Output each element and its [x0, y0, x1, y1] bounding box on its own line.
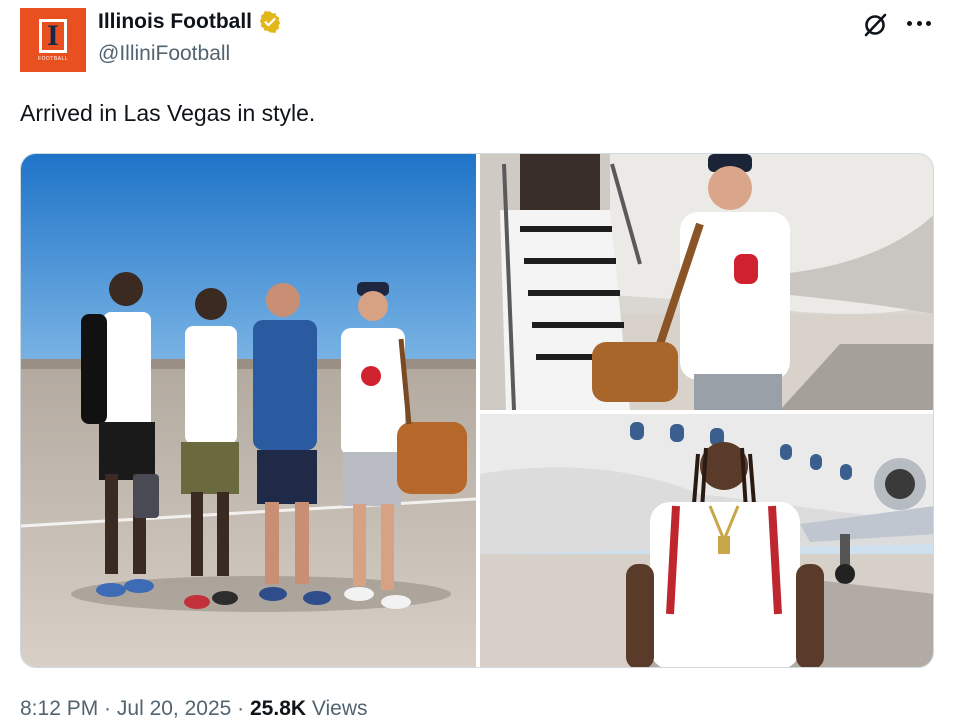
- meta-separator: ·: [98, 697, 117, 720]
- logo-wordmark: FOOTBALL: [37, 55, 69, 62]
- illinois-logo: I: [39, 18, 67, 53]
- name-row: Illinois Football: [98, 10, 282, 34]
- views-count[interactable]: 25.8K: [250, 697, 306, 720]
- grok-icon[interactable]: [862, 12, 888, 38]
- photo-man-by-jet-stairs[interactable]: [480, 154, 933, 410]
- views-label: Views: [306, 697, 368, 720]
- tweet-text: Arrived in Las Vegas in style.: [20, 100, 316, 126]
- tweet-meta: 8:12 PM · Jul 20, 2025 · 25.8K Views: [20, 697, 368, 720]
- more-options-icon[interactable]: [902, 10, 936, 36]
- display-name[interactable]: Illinois Football: [98, 10, 252, 34]
- photo-player-in-front-of-jet[interactable]: [480, 414, 933, 667]
- verified-badge-icon: [259, 11, 281, 33]
- avatar[interactable]: I FOOTBALL: [20, 8, 86, 72]
- media-grid: [20, 153, 934, 668]
- tweet: I FOOTBALL Illinois Football @IlliniFoot…: [0, 0, 960, 720]
- tweet-time[interactable]: 8:12 PM: [20, 697, 98, 720]
- meta-separator: ·: [231, 697, 250, 720]
- tweet-date[interactable]: Jul 20, 2025: [117, 697, 231, 720]
- photo-group-on-tarmac[interactable]: [21, 154, 476, 667]
- handle[interactable]: @IlliniFootball: [98, 42, 230, 66]
